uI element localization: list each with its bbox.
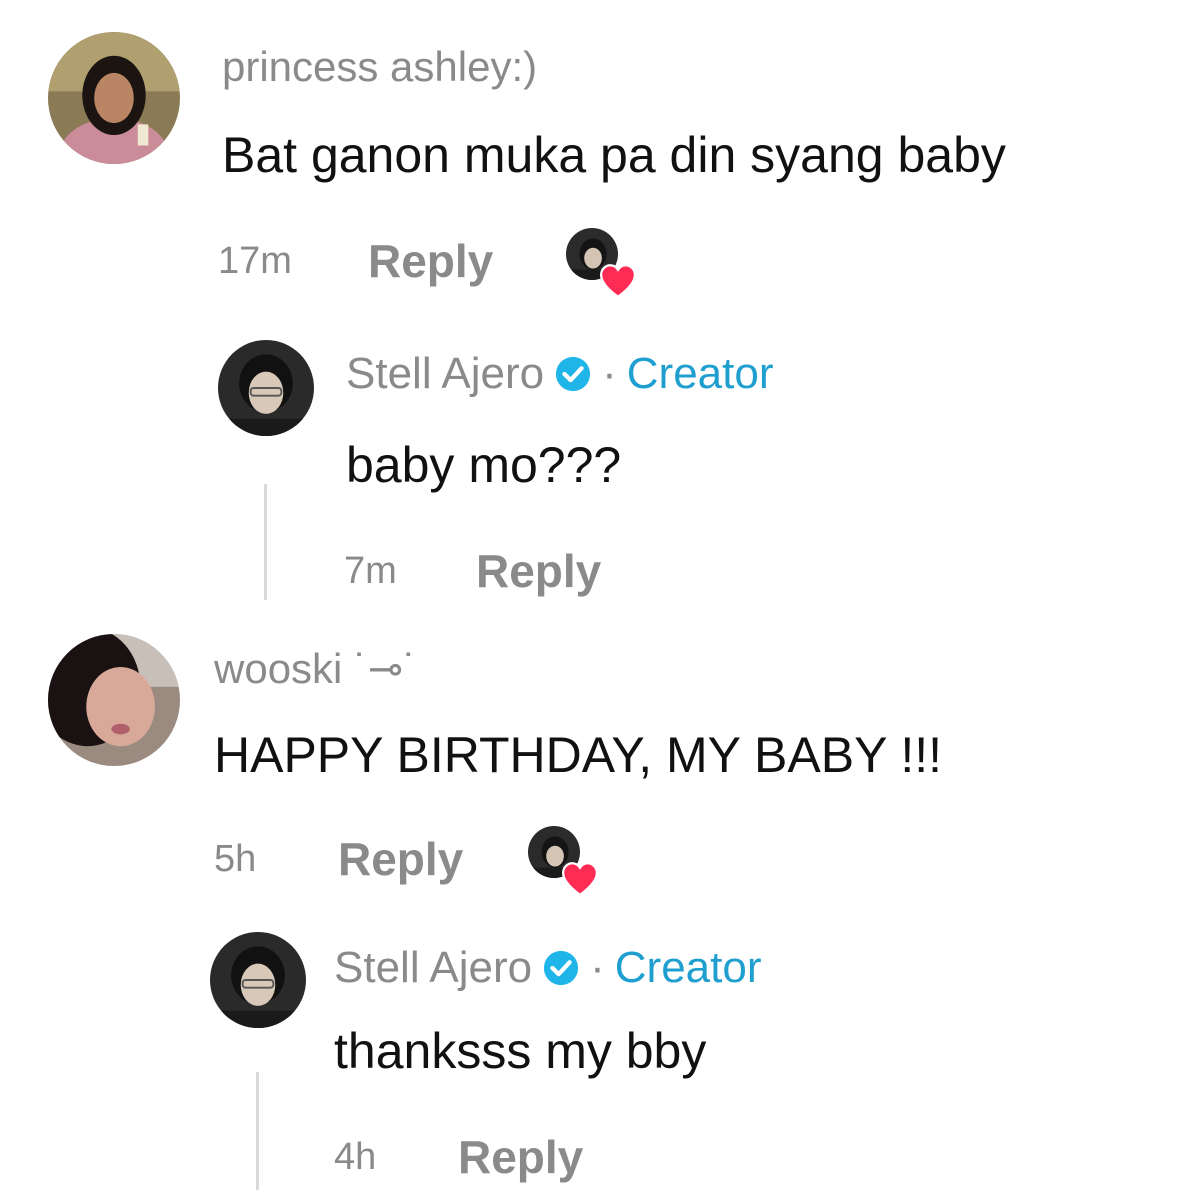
creator-name[interactable]: Stell Ajero [346,352,544,396]
thread-line [264,484,267,600]
avatar[interactable] [48,634,180,766]
reply-header: Stell Ajero · Creator [334,946,761,990]
comment-username[interactable]: princess ashley:) [222,46,537,88]
separator-dot: · [602,349,617,398]
heart-icon [600,264,636,298]
creator-badge-label: Creator [626,349,774,398]
creator-avatar[interactable] [210,932,306,1028]
comment-text: Bat ganon muka pa din syang baby [222,127,1006,183]
reply-timestamp: 4h [334,1136,377,1178]
comment-text: HAPPY BIRTHDAY, MY BABY !!! [214,727,943,783]
liked-by-creator-badge [566,228,636,298]
reply-text: thanksss my bby [334,1023,707,1079]
comment-username[interactable]: wooski ˙⊸˙ [214,648,417,690]
reply-text: baby mo??? [346,437,622,493]
reply-button[interactable]: Reply [476,548,601,594]
liked-by-creator-badge [528,826,598,896]
creator-badge-label: Creator [614,943,762,992]
comment-timestamp: 17m [218,240,292,282]
creator-name[interactable]: Stell Ajero [334,946,532,990]
thread-line [256,1072,259,1190]
creator-avatar[interactable] [218,340,314,436]
reply-header: Stell Ajero · Creator [346,352,773,396]
separator-dot: · [590,943,605,992]
reply-button[interactable]: Reply [368,238,493,284]
reply-timestamp: 7m [344,550,397,592]
reply-button[interactable]: Reply [338,836,463,882]
reply-button[interactable]: Reply [458,1134,583,1180]
avatar[interactable] [48,32,180,164]
verified-badge-icon [556,356,591,392]
comment-timestamp: 5h [214,838,257,880]
verified-badge-icon [544,950,579,986]
heart-icon [562,862,598,896]
